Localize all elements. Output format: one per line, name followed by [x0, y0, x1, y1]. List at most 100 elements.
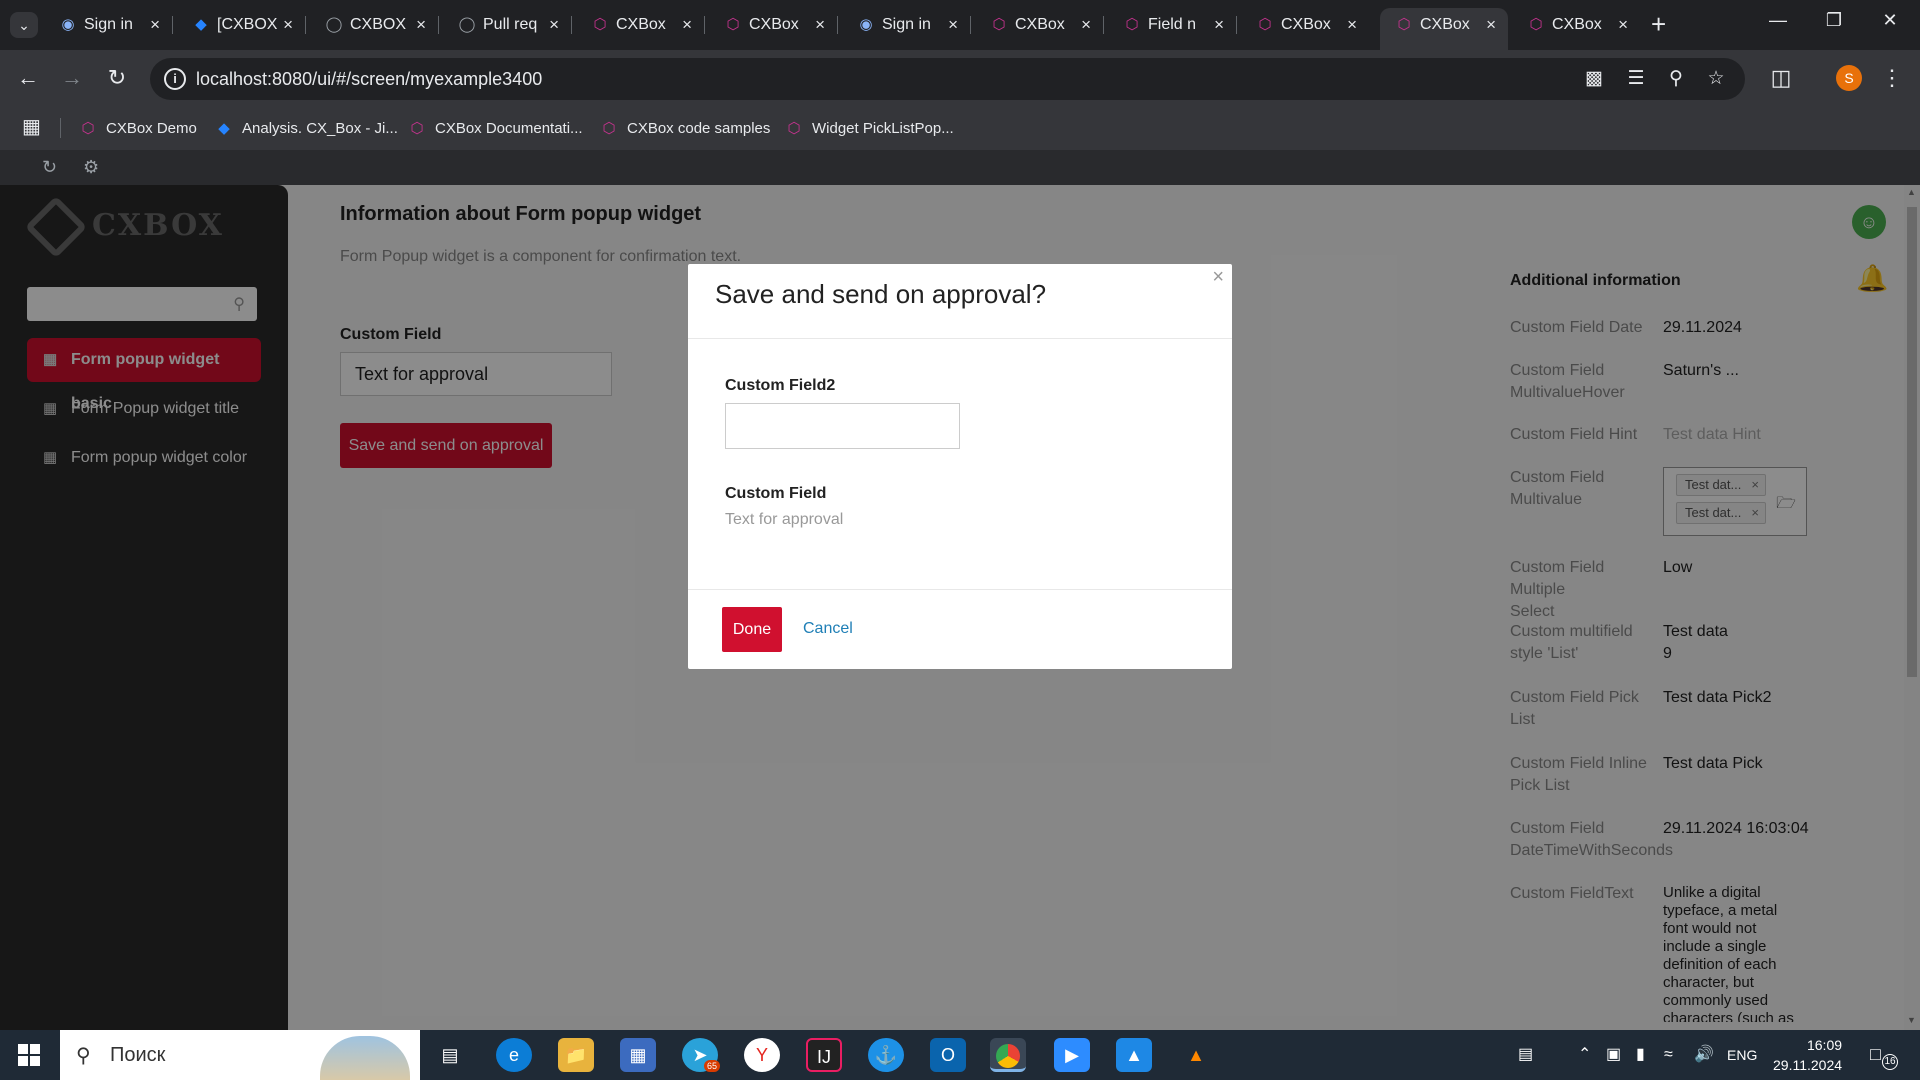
browser-tab[interactable]: ◉ Sign in ×	[842, 8, 971, 42]
windows-taskbar: ⚲ Поиск ▤ e 📁 ▦ ➤ 65 Y IJ ⚓ O ▶ ▲ ▲ ▤ ⌃ ▣…	[0, 1030, 1920, 1080]
restore-icon[interactable]: ❐	[1814, 10, 1854, 31]
device-icon[interactable]: ▣	[1606, 1045, 1621, 1065]
bookmark-star-icon[interactable]: ☆	[1704, 68, 1728, 90]
browser-tab[interactable]: ⬡ CXBox ×	[709, 8, 838, 42]
close-tab-icon[interactable]: ×	[682, 16, 692, 34]
close-icon[interactable]: ×	[1212, 266, 1224, 289]
browser-tab[interactable]: ⬡ CXBox ×	[1512, 8, 1640, 42]
back-icon[interactable]: ←	[14, 66, 42, 90]
address-bar[interactable]: i localhost:8080/ui/#/screen/myexample34…	[150, 58, 1745, 100]
outlook-icon[interactable]: O	[930, 1038, 966, 1072]
url-text[interactable]: localhost:8080/ui/#/screen/myexample3400	[196, 69, 542, 89]
task-view-icon[interactable]: ▤	[432, 1038, 468, 1072]
apps-grid-icon[interactable]: ▦	[22, 114, 41, 139]
bookmark-item[interactable]: ⬡ CXBox Demo	[80, 119, 196, 139]
tab-title: Field n	[1148, 16, 1197, 33]
minimize-icon[interactable]: —	[1758, 10, 1798, 31]
cxbox-icon: ⬡	[410, 120, 424, 137]
extensions-icon[interactable]: ◫	[1767, 66, 1795, 90]
close-tab-icon[interactable]: ×	[283, 16, 293, 34]
close-tab-icon[interactable]: ×	[1081, 16, 1091, 34]
debug-bug-icon[interactable]: ⚙	[83, 157, 99, 178]
close-tab-icon[interactable]: ×	[416, 16, 426, 34]
close-tab-icon[interactable]: ×	[1486, 16, 1496, 34]
browser-menu-icon[interactable]: ⋮	[1878, 66, 1906, 90]
done-button[interactable]: Done	[722, 607, 782, 652]
photos-icon[interactable]: ▲	[1116, 1038, 1152, 1072]
browser-tab-active[interactable]: ⬡ CXBox ×	[1380, 8, 1508, 50]
search-highlight-image	[320, 1036, 410, 1080]
github-icon: ◯	[458, 16, 476, 33]
browser-tab[interactable]: ⬡ CXBox ×	[975, 8, 1104, 42]
close-tab-icon[interactable]: ×	[1618, 16, 1628, 34]
docker-icon[interactable]: ⚓	[868, 1038, 904, 1072]
refresh-meta-icon[interactable]: ↻	[42, 157, 57, 178]
system-clock[interactable]: 16:09 29.11.2024	[1773, 1035, 1842, 1075]
browser-tab[interactable]: ◆ [CXBOX ×	[177, 8, 306, 42]
browser-tab[interactable]: ⬡ CXBox ×	[576, 8, 705, 42]
tab-title: CXBox	[1420, 16, 1470, 33]
close-tab-icon[interactable]: ×	[549, 16, 559, 34]
cxbox-icon: ⬡	[726, 16, 740, 33]
clock-date: 29.11.2024	[1773, 1057, 1843, 1073]
zoom-app-icon[interactable]: ▶	[1054, 1038, 1090, 1072]
site-info-icon[interactable]: i	[164, 68, 186, 90]
browser-tab[interactable]: ◯ Pull req ×	[443, 8, 572, 42]
tray-overflow-icon[interactable]: ⌃	[1578, 1045, 1591, 1065]
language-indicator[interactable]: ENG	[1727, 1045, 1757, 1065]
file-explorer-icon[interactable]: 📁	[558, 1038, 594, 1072]
cxbox-icon: ⬡	[992, 16, 1006, 33]
wifi-icon[interactable]: ≈	[1664, 1045, 1673, 1065]
translate-icon[interactable]: ☰	[1624, 68, 1648, 90]
cxbox-icon: ⬡	[1125, 16, 1139, 33]
forward-icon[interactable]: →	[58, 66, 86, 90]
cxbox-icon: ⬡	[787, 120, 801, 137]
cancel-button[interactable]: Cancel	[803, 620, 853, 638]
zoom-icon[interactable]: ⚲	[1664, 68, 1688, 90]
close-window-icon[interactable]: ✕	[1870, 10, 1910, 31]
confirm-modal: Save and send on approval? × Custom Fiel…	[688, 264, 1232, 669]
edge-icon[interactable]: e	[496, 1038, 532, 1072]
custom-field-value: Text for approval	[725, 511, 844, 528]
windows-start-icon[interactable]	[18, 1044, 40, 1066]
close-tab-icon[interactable]: ×	[1214, 16, 1224, 34]
reload-icon[interactable]: ↻	[103, 66, 131, 90]
install-app-icon[interactable]: ▩	[1582, 68, 1606, 90]
tab-title: Sign in	[84, 16, 133, 33]
bookmark-item[interactable]: ⬡ CXBox Documentati...	[409, 119, 582, 139]
new-tab-button[interactable]: +	[1651, 10, 1666, 38]
custom-field2-input[interactable]	[725, 403, 960, 449]
close-tab-icon[interactable]: ×	[150, 16, 160, 34]
browser-tab[interactable]: ⬡ CXBox ×	[1241, 8, 1369, 42]
browser-tab[interactable]: ⬡ Field n ×	[1108, 8, 1237, 42]
close-tab-icon[interactable]: ×	[948, 16, 958, 34]
bookmark-item[interactable]: ◆ Analysis. CX_Box - Ji...	[216, 119, 398, 139]
close-tab-icon[interactable]: ×	[1347, 16, 1357, 34]
intellij-icon[interactable]: IJ	[806, 1038, 842, 1072]
browser-tab[interactable]: ◯ CXBOX ×	[310, 8, 439, 42]
cxbox-icon: ⬡	[81, 120, 95, 137]
devtools-bar: ↻ ⚙	[0, 150, 1920, 185]
battery-icon[interactable]: ▮	[1636, 1045, 1645, 1065]
tab-title: Pull req	[483, 16, 538, 33]
browser-tab[interactable]: ◉ Sign in ×	[44, 8, 173, 42]
vlc-icon[interactable]: ▲	[1178, 1038, 1214, 1072]
tab-search-dropdown[interactable]: ⌄	[10, 12, 38, 38]
divider	[688, 338, 1232, 339]
cxbox-icon: ⬡	[1258, 16, 1272, 33]
yandex-icon[interactable]: Y	[744, 1038, 780, 1072]
news-widget-icon[interactable]: ▤	[1518, 1045, 1533, 1065]
cxbox-icon: ⬡	[593, 16, 607, 33]
volume-icon[interactable]: 🔊	[1694, 1045, 1714, 1065]
telegram-icon[interactable]: ➤ 65	[682, 1038, 720, 1072]
bookmark-item[interactable]: ⬡ Widget PickListPop...	[786, 119, 953, 139]
bookmark-item[interactable]: ⬡ CXBox code samples	[601, 119, 770, 139]
profile-avatar[interactable]: S	[1836, 65, 1862, 91]
close-tab-icon[interactable]: ×	[815, 16, 825, 34]
browser-tab-bar: ⌄ ◉ Sign in × ◆ [CXBOX × ◯ CXBOX × ◯ Pul…	[0, 0, 1920, 50]
store-icon[interactable]: ▦	[620, 1038, 656, 1072]
taskbar-search-input[interactable]: ⚲ Поиск	[60, 1030, 420, 1080]
tab-title: CXBox	[1015, 16, 1065, 33]
notification-center-icon[interactable]: □ 16	[1870, 1044, 1898, 1070]
chrome-icon[interactable]	[990, 1038, 1026, 1072]
